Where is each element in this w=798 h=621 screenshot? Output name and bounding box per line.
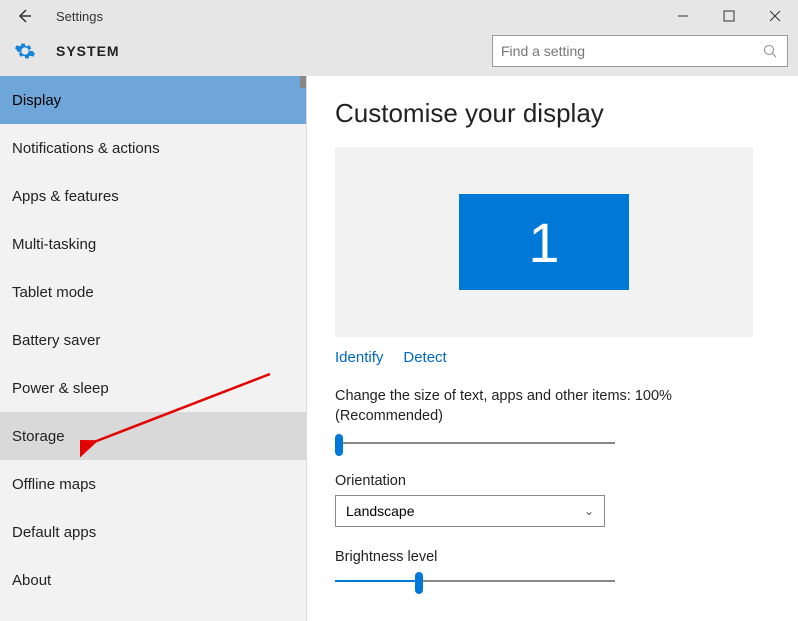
sidebar-item-label: Power & sleep — [12, 380, 109, 397]
search-input[interactable] — [501, 43, 763, 59]
titlebar: Settings — [0, 0, 798, 32]
slider-thumb[interactable] — [335, 434, 343, 456]
sidebar-item-display[interactable]: Display — [0, 76, 306, 124]
settings-gear-icon — [14, 40, 36, 62]
sidebar-item-label: Battery saver — [12, 332, 100, 349]
main-panel: Customise your display 1 Identify Detect… — [307, 76, 798, 621]
brightness-slider[interactable] — [335, 571, 615, 591]
identify-link[interactable]: Identify — [335, 349, 383, 366]
sidebar-item-label: Default apps — [12, 524, 96, 541]
orientation-label: Orientation — [335, 473, 770, 489]
sidebar-item-storage[interactable]: Storage — [0, 412, 306, 460]
sidebar-item-label: Storage — [12, 428, 65, 445]
body: Display Notifications & actions Apps & f… — [0, 76, 798, 621]
sidebar-item-label: Offline maps — [12, 476, 96, 493]
sidebar-item-apps-features[interactable]: Apps & features — [0, 172, 306, 220]
sidebar-item-label: About — [12, 572, 51, 589]
close-button[interactable] — [752, 0, 798, 32]
slider-track — [335, 442, 615, 444]
header-label: SYSTEM — [56, 43, 120, 59]
slider-thumb[interactable] — [415, 572, 423, 594]
display-actions: Identify Detect — [335, 349, 770, 366]
chevron-down-icon: ⌄ — [584, 504, 594, 518]
sidebar-item-notifications[interactable]: Notifications & actions — [0, 124, 306, 172]
scale-label: Change the size of text, apps and other … — [335, 386, 770, 427]
back-arrow-icon — [15, 7, 33, 25]
scrollbar-nub[interactable] — [300, 76, 306, 88]
minimize-icon — [677, 10, 689, 22]
sidebar-item-label: Tablet mode — [12, 284, 94, 301]
search-icon — [763, 44, 779, 58]
orientation-select[interactable]: Landscape ⌄ — [335, 495, 605, 527]
sidebar-item-default-apps[interactable]: Default apps — [0, 508, 306, 556]
monitor-number: 1 — [528, 210, 559, 275]
header: SYSTEM — [0, 32, 798, 76]
sidebar-item-label: Apps & features — [12, 188, 119, 205]
minimize-button[interactable] — [660, 0, 706, 32]
maximize-icon — [723, 10, 735, 22]
sidebar-item-power-sleep[interactable]: Power & sleep — [0, 364, 306, 412]
back-button[interactable] — [0, 0, 48, 32]
page-title: Customise your display — [335, 98, 770, 129]
sidebar-item-tablet-mode[interactable]: Tablet mode — [0, 268, 306, 316]
detect-link[interactable]: Detect — [403, 349, 446, 366]
sidebar-item-label: Notifications & actions — [12, 140, 160, 157]
sidebar-item-label: Multi-tasking — [12, 236, 96, 253]
sidebar-item-offline-maps[interactable]: Offline maps — [0, 460, 306, 508]
display-preview-area: 1 — [335, 147, 753, 337]
window-controls — [660, 0, 798, 32]
monitor-tile-1[interactable]: 1 — [459, 194, 629, 290]
window-title: Settings — [56, 9, 103, 24]
slider-fill — [335, 580, 419, 582]
sidebar-item-about[interactable]: About — [0, 556, 306, 604]
sidebar-item-multitasking[interactable]: Multi-tasking — [0, 220, 306, 268]
brightness-label: Brightness level — [335, 549, 770, 565]
sidebar-item-battery-saver[interactable]: Battery saver — [0, 316, 306, 364]
maximize-button[interactable] — [706, 0, 752, 32]
sidebar: Display Notifications & actions Apps & f… — [0, 76, 307, 621]
orientation-value: Landscape — [346, 503, 415, 519]
search-box[interactable] — [492, 35, 788, 67]
close-icon — [769, 10, 781, 22]
scale-slider[interactable] — [335, 433, 615, 453]
sidebar-item-label: Display — [12, 92, 61, 109]
